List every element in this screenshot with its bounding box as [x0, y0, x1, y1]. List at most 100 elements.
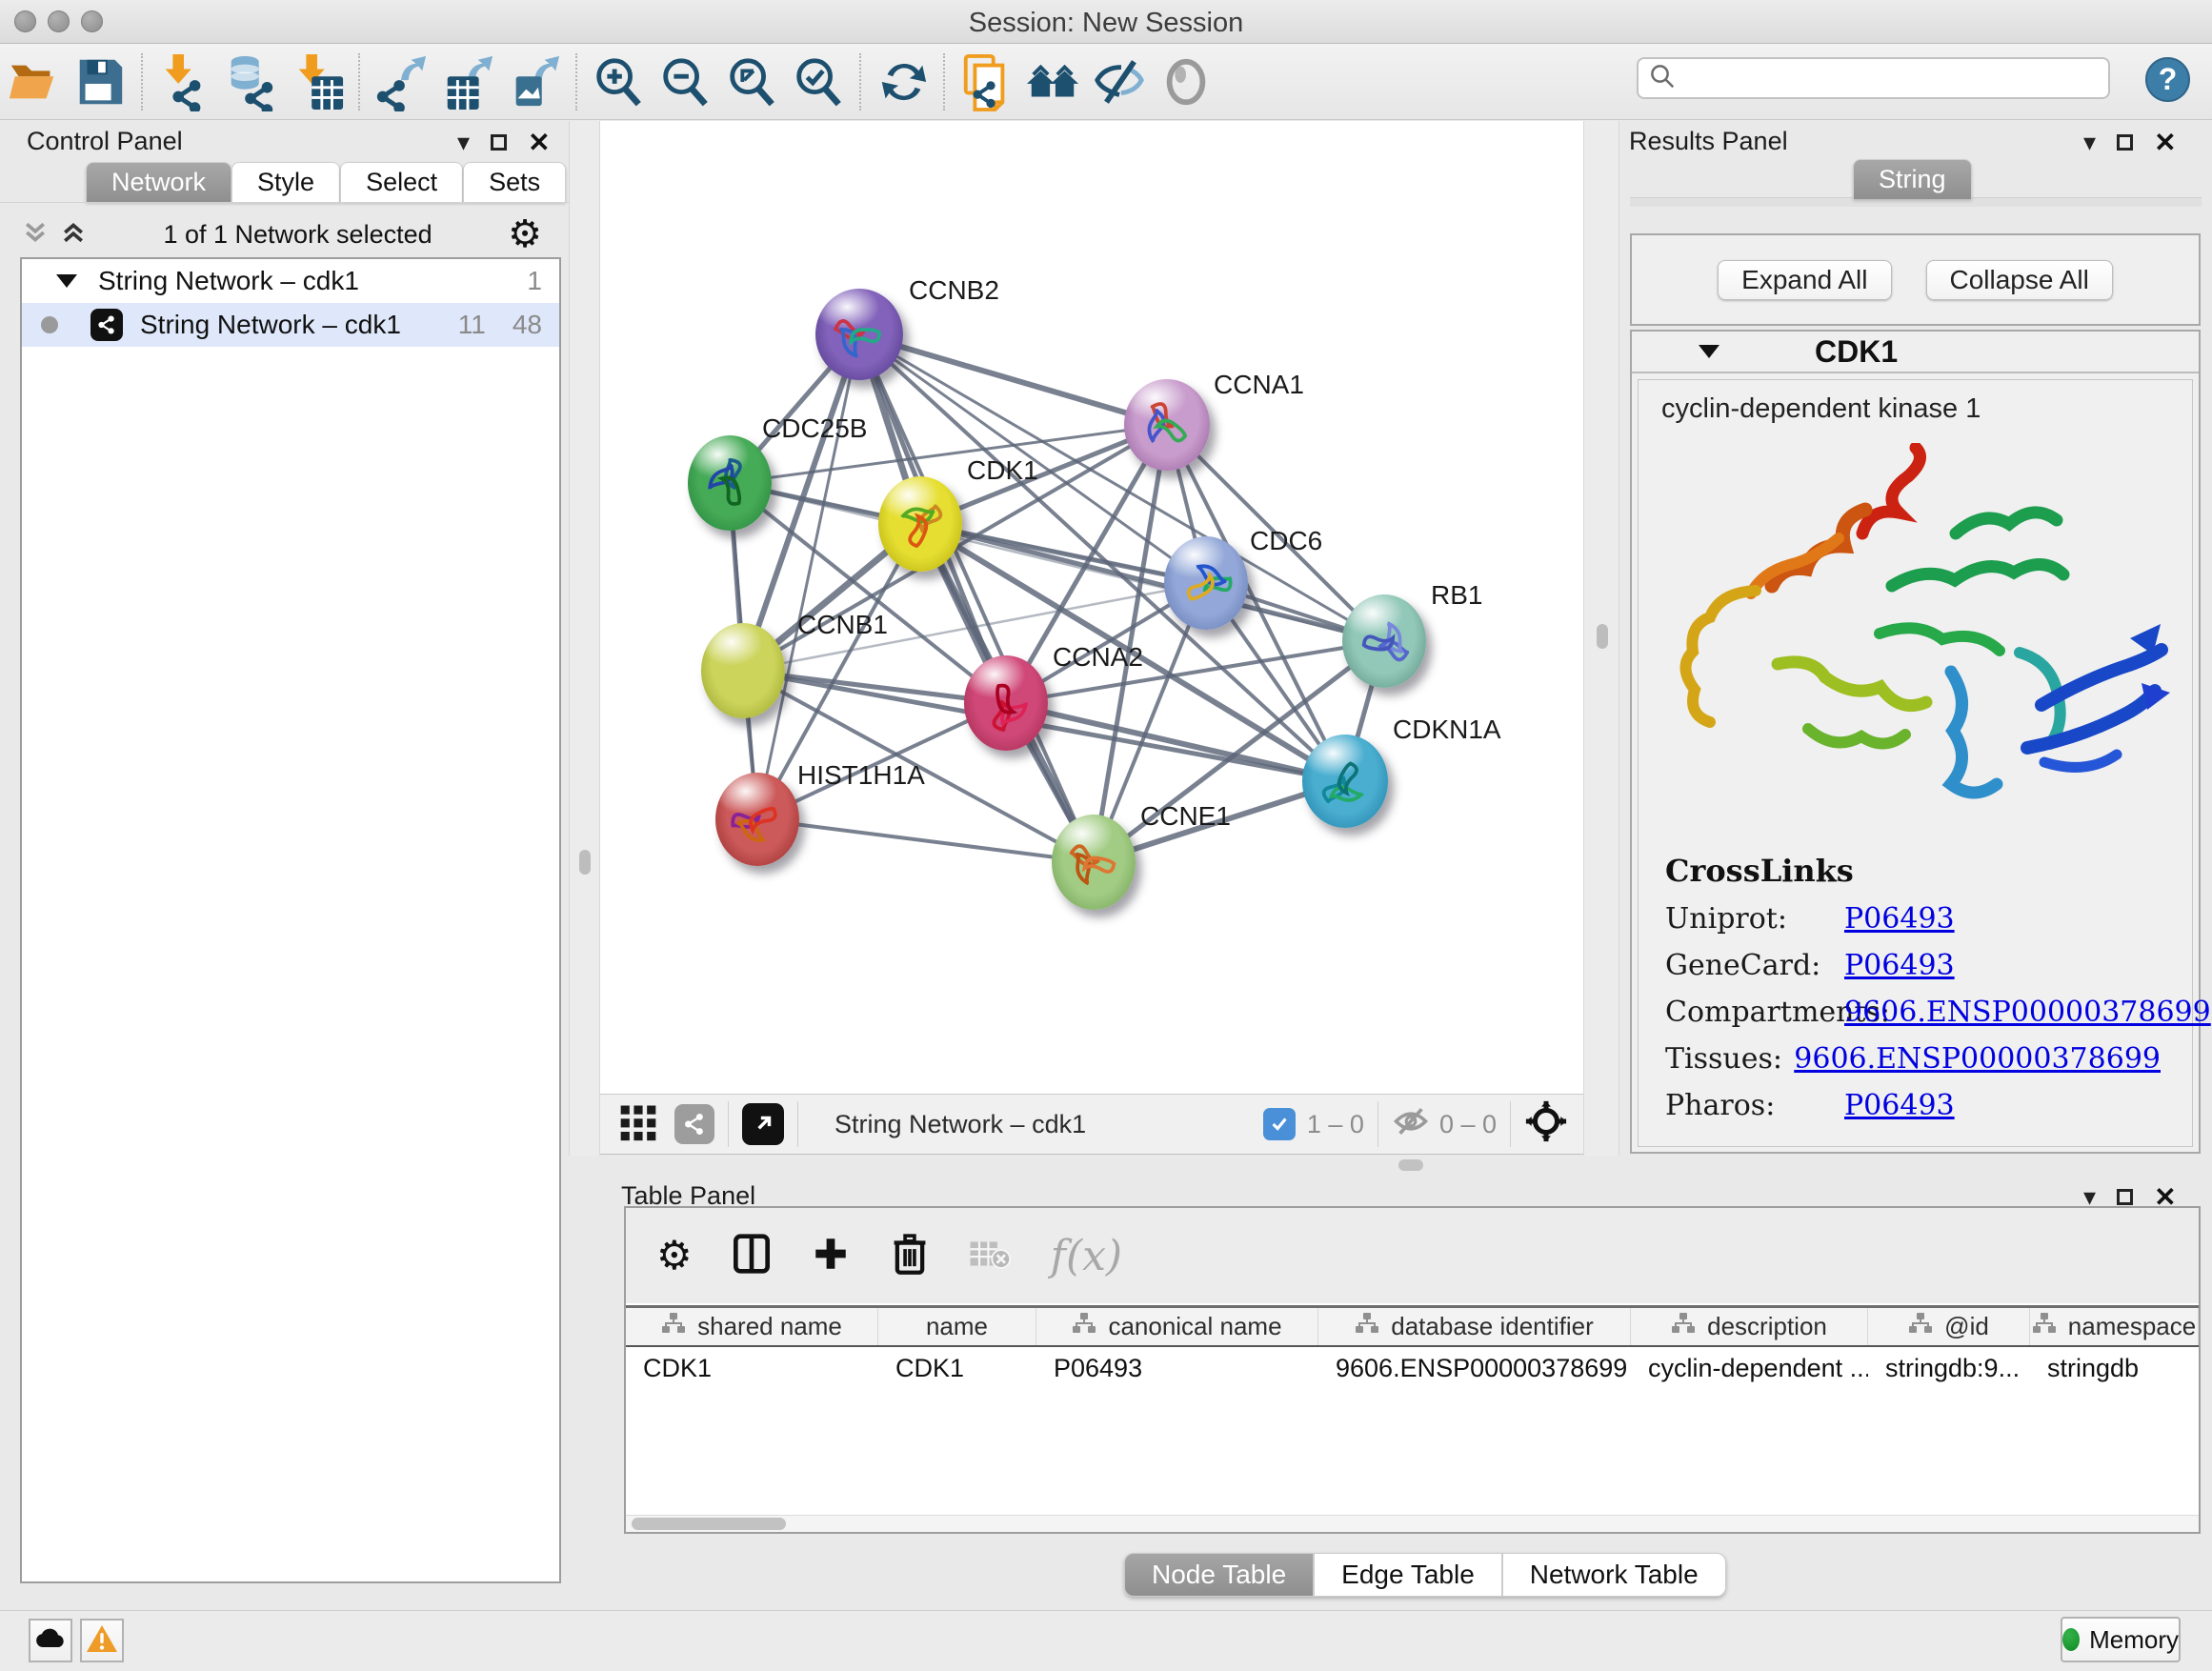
float-panel-icon[interactable]: ▾ [457, 128, 470, 157]
hidden-eye-icon[interactable] [1392, 1105, 1430, 1144]
close-panel-icon[interactable]: ✕ [2154, 127, 2176, 158]
cloud-icon [34, 1627, 67, 1655]
table-horizontal-scrollbar[interactable] [626, 1515, 2199, 1532]
network-node-cdkn1a[interactable] [1302, 735, 1388, 828]
network-node-ccna2[interactable] [964, 655, 1048, 751]
collapse-all-button[interactable]: Collapse All [1926, 260, 2113, 300]
network-node-cdk1[interactable] [878, 476, 962, 572]
show-glass-icon[interactable] [1153, 50, 1219, 114]
tab-style[interactable]: Style [231, 162, 340, 202]
tab-network-table[interactable]: Network Table [1502, 1553, 1726, 1597]
network-node-ccnb2[interactable] [815, 289, 903, 380]
zoom-selected-icon[interactable] [785, 50, 852, 114]
tab-string[interactable]: String [1853, 159, 1972, 199]
refresh-icon[interactable] [869, 50, 935, 114]
memory-button[interactable]: Memory [2061, 1617, 2181, 1662]
right-splitter[interactable] [1583, 121, 1619, 1156]
crosslink-link[interactable]: P06493 [1844, 1089, 1955, 1122]
column-header--id[interactable]: @id [1868, 1308, 2030, 1345]
tab-edge-table[interactable]: Edge Table [1314, 1553, 1502, 1597]
help-button[interactable]: ? [2145, 57, 2190, 102]
import-table-icon[interactable] [284, 50, 351, 114]
open-session-icon[interactable] [0, 50, 67, 114]
string-home-icon[interactable] [1019, 50, 1086, 114]
network-canvas[interactable]: CCNB2CCNA1CDC25BCDK1CDC6RB1CCNB1CCNA2CDK… [600, 121, 1583, 1094]
column-header-description[interactable]: description [1631, 1308, 1868, 1345]
hide-glass-icon[interactable] [1086, 50, 1153, 114]
tab-network[interactable]: Network [86, 162, 231, 202]
fit-content-crosshair-icon[interactable] [1524, 1099, 1568, 1150]
expand-all-networks-icon[interactable] [59, 218, 88, 252]
tab-sets[interactable]: Sets [463, 162, 566, 202]
search-box[interactable] [1637, 57, 2110, 99]
horizontal-splitter-handle[interactable] [1398, 1159, 1423, 1171]
maximize-panel-icon[interactable] [2117, 1189, 2133, 1205]
toolbar-separator [358, 53, 360, 111]
network-node-ccnb1[interactable] [701, 623, 785, 718]
column-header-canonical-name[interactable]: canonical name [1036, 1308, 1318, 1345]
network-collection-row[interactable]: String Network – cdk1 1 [22, 259, 559, 303]
column-header-database-identifier[interactable]: database identifier [1318, 1308, 1631, 1345]
close-panel-icon[interactable]: ✕ [528, 127, 550, 158]
export-network-icon[interactable] [368, 50, 434, 114]
network-node-rb1[interactable] [1342, 594, 1426, 688]
add-column-icon[interactable] [811, 1234, 851, 1278]
network-row-selected[interactable]: String Network – cdk1 11 48 [22, 303, 559, 347]
column-header-namespace[interactable]: namespace [2030, 1308, 2199, 1345]
export-table-icon[interactable] [434, 50, 501, 114]
protein-thumbnail [1317, 755, 1374, 812]
show-columns-icon[interactable] [733, 1233, 771, 1279]
scrollbar-thumb[interactable] [632, 1518, 786, 1530]
gene-section-header[interactable]: CDK1 [1632, 332, 2199, 373]
cloud-status-button[interactable] [29, 1619, 72, 1662]
zoom-in-icon[interactable] [585, 50, 652, 114]
tab-node-table[interactable]: Node Table [1124, 1553, 1314, 1597]
selected-nodes-checkbox-icon[interactable] [1263, 1108, 1296, 1140]
string-import-icon[interactable] [953, 50, 1019, 114]
column-header-name[interactable]: name [878, 1308, 1036, 1345]
crosslink-label: Pharos: [1665, 1089, 1844, 1122]
table-options-gear-icon[interactable]: ⚙ [656, 1236, 693, 1276]
maximize-panel-icon[interactable] [2117, 134, 2133, 151]
import-database-icon[interactable] [217, 50, 284, 114]
left-splitter-handle[interactable] [579, 850, 591, 875]
column-header-shared-name[interactable]: shared name [626, 1308, 878, 1345]
export-image-icon[interactable] [501, 50, 568, 114]
node-label-cdc6: CDC6 [1250, 526, 1322, 556]
network-node-cdc25b[interactable] [688, 435, 772, 531]
gene-collapse-icon[interactable] [1699, 345, 1719, 358]
table-row[interactable]: CDK1CDK1P064939606.ENSP00000378699cyclin… [626, 1347, 2199, 1389]
table-cell: cyclin-dependent ... [1631, 1347, 1868, 1389]
network-node-ccna1[interactable] [1124, 379, 1210, 471]
delete-column-trash-icon[interactable] [891, 1232, 929, 1280]
float-panel-icon[interactable]: ▾ [2083, 128, 2096, 157]
warnings-button[interactable] [80, 1619, 124, 1662]
column-label: shared name [697, 1312, 842, 1341]
expand-all-button[interactable]: Expand All [1718, 260, 1891, 300]
network-node-cdc6[interactable] [1164, 536, 1248, 630]
node-table-container: ⚙ f(x) shared namenamecanonical namedata… [624, 1206, 2201, 1534]
network-options-gear-icon[interactable]: ⚙ [508, 215, 542, 253]
crosslink-row: Uniprot:P06493 [1665, 902, 2161, 936]
left-splitter[interactable] [569, 121, 600, 1156]
zoom-fit-icon[interactable] [718, 50, 785, 114]
save-session-icon[interactable] [67, 50, 133, 114]
share-view-icon[interactable] [674, 1104, 714, 1144]
grid-view-icon[interactable] [617, 1100, 659, 1149]
network-node-hist1h1a[interactable] [715, 773, 799, 866]
crosslink-link[interactable]: 9606.ENSP00000378699 [1794, 1042, 2161, 1076]
network-node-ccne1[interactable] [1052, 815, 1136, 910]
tab-select[interactable]: Select [340, 162, 463, 202]
crosslink-link[interactable]: 9606.ENSP00000378699 [1844, 996, 2211, 1029]
right-splitter-handle[interactable] [1597, 624, 1608, 649]
column-label: name [926, 1312, 988, 1341]
zoom-out-icon[interactable] [652, 50, 718, 114]
crosslink-link[interactable]: P06493 [1844, 902, 1955, 936]
import-network-icon[interactable] [151, 50, 217, 114]
maximize-panel-icon[interactable] [491, 134, 507, 151]
crosslink-link[interactable]: P06493 [1844, 949, 1955, 982]
birds-eye-view-icon[interactable] [742, 1103, 784, 1145]
collection-expand-icon[interactable] [56, 274, 77, 288]
search-input[interactable] [1677, 64, 2086, 93]
collapse-all-networks-icon[interactable] [21, 218, 50, 252]
